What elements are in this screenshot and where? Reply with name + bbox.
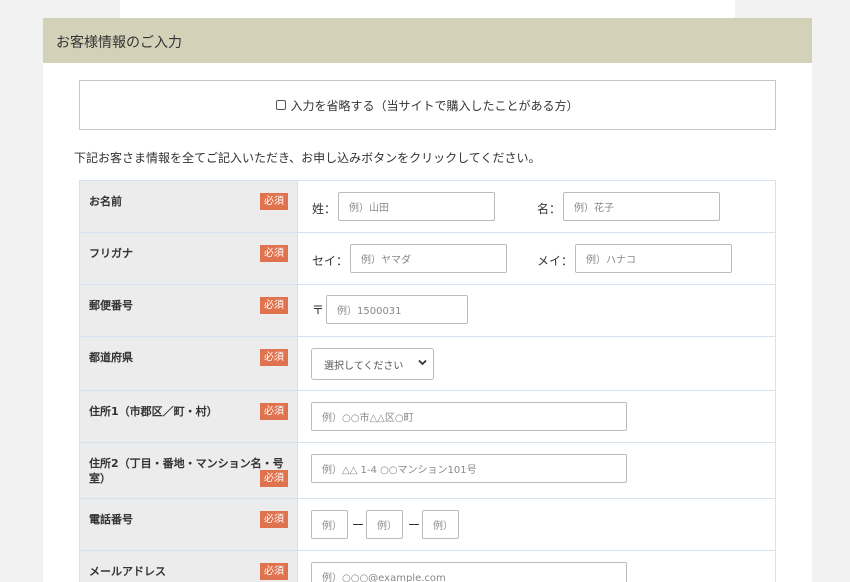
field-label-zip: 郵便番号	[89, 299, 133, 312]
label-cell-zip: 郵便番号 必須	[80, 285, 298, 336]
form-row-name: お名前 必須 姓： 例）山田 名： 例）花子	[80, 181, 775, 233]
phone-separator	[353, 524, 363, 525]
postal-mark: 〒	[312, 303, 325, 317]
field-label-pref: 都道府県	[89, 351, 133, 364]
mei-prefix: 名：	[537, 202, 562, 216]
prefecture-selected-value: 選択してください	[324, 360, 404, 372]
panel-title: お客様情報のご入力	[56, 35, 182, 51]
phone-part1-input[interactable]: 例）	[311, 510, 348, 539]
label-cell-addr2: 住所2（丁目・番地・マンション名・号室） 必須	[80, 443, 298, 498]
last-name-input[interactable]: 例）山田	[338, 192, 495, 221]
skip-input-checkbox[interactable]	[276, 100, 287, 110]
top-strip	[120, 0, 735, 18]
mei-kana-prefix: メイ：	[537, 254, 574, 268]
last-name-kana-input[interactable]: 例）ヤマダ	[350, 244, 507, 273]
panel-header: お客様情報のご入力	[43, 18, 812, 63]
form-row-pref: 都道府県 必須 選択してください	[80, 337, 775, 391]
field-label-email: メールアドレス	[89, 565, 166, 578]
field-label-name: お名前	[89, 195, 122, 208]
zip-input[interactable]: 例）1500031	[326, 295, 468, 324]
required-badge: 必須	[260, 297, 288, 314]
required-badge: 必須	[260, 403, 288, 420]
form-row-kana: フリガナ 必須 セイ： 例）ヤマダ メイ： 例）ハナコ	[80, 233, 775, 285]
form-row-email: メールアドレス 必須 例）○○○@example.com	[80, 551, 775, 582]
phone-part2-input[interactable]: 例）	[366, 510, 403, 539]
form-row-addr2: 住所2（丁目・番地・マンション名・号室） 必須 例）△△ 1-4 ○○マンション…	[80, 443, 775, 499]
input-cell-name: 姓： 例）山田 名： 例）花子	[298, 181, 775, 232]
input-cell-pref: 選択してください	[298, 337, 775, 390]
skip-input-box: 入力を省略する（当サイトで購入したことがある方）	[79, 80, 776, 130]
input-cell-kana: セイ： 例）ヤマダ メイ： 例）ハナコ	[298, 233, 775, 284]
address1-input[interactable]: 例）○○市△△区○町	[311, 402, 627, 431]
required-badge: 必須	[260, 563, 288, 580]
field-label-tel: 電話番号	[89, 513, 133, 526]
label-cell-addr1: 住所1（市郡区／町・村） 必須	[80, 391, 298, 442]
skip-input-option[interactable]: 入力を省略する（当サイトで購入したことがある方）	[276, 97, 579, 114]
field-label-addr1: 住所1（市郡区／町・村）	[89, 405, 218, 418]
customer-form-table: お名前 必須 姓： 例）山田 名： 例）花子 フリガナ 必須 セイ： 例）ヤマダ…	[79, 180, 776, 582]
sei-kana-prefix: セイ：	[312, 254, 349, 268]
required-badge: 必須	[260, 470, 288, 487]
form-row-zip: 郵便番号 必須 〒 例）1500031	[80, 285, 775, 337]
phone-separator	[409, 524, 419, 525]
input-cell-addr2: 例）△△ 1-4 ○○マンション101号	[298, 443, 775, 498]
label-cell-name: お名前 必須	[80, 181, 298, 232]
input-cell-tel: 例） 例） 例）	[298, 499, 775, 550]
required-badge: 必須	[260, 511, 288, 528]
customer-info-panel: お客様情報のご入力 入力を省略する（当サイトで購入したことがある方） 下記お客さ…	[43, 18, 812, 582]
required-badge: 必須	[260, 193, 288, 210]
first-name-kana-input[interactable]: 例）ハナコ	[575, 244, 732, 273]
field-label-addr2: 住所2（丁目・番地・マンション名・号室）	[89, 457, 284, 485]
skip-input-label: 入力を省略する（当サイトで購入したことがある方）	[290, 98, 579, 113]
form-row-addr1: 住所1（市郡区／町・村） 必須 例）○○市△△区○町	[80, 391, 775, 443]
chevron-down-icon	[417, 357, 428, 371]
label-cell-kana: フリガナ 必須	[80, 233, 298, 284]
instruction-text: 下記お客さま情報を全てご記入いただき、お申し込みボタンをクリックしてください。	[74, 151, 541, 165]
label-cell-tel: 電話番号 必須	[80, 499, 298, 550]
label-cell-email: メールアドレス 必須	[80, 551, 298, 582]
input-cell-email: 例）○○○@example.com	[298, 551, 775, 582]
first-name-input[interactable]: 例）花子	[563, 192, 720, 221]
required-badge: 必須	[260, 245, 288, 262]
input-cell-zip: 〒 例）1500031	[298, 285, 775, 336]
email-input[interactable]: 例）○○○@example.com	[311, 562, 627, 582]
address2-input[interactable]: 例）△△ 1-4 ○○マンション101号	[311, 454, 627, 483]
prefecture-select[interactable]: 選択してください	[311, 348, 434, 380]
form-row-tel: 電話番号 必須 例） 例） 例）	[80, 499, 775, 551]
phone-part3-input[interactable]: 例）	[422, 510, 459, 539]
label-cell-pref: 都道府県 必須	[80, 337, 298, 390]
input-cell-addr1: 例）○○市△△区○町	[298, 391, 775, 442]
field-label-kana: フリガナ	[89, 247, 133, 260]
required-badge: 必須	[260, 349, 288, 366]
sei-prefix: 姓：	[312, 202, 337, 216]
